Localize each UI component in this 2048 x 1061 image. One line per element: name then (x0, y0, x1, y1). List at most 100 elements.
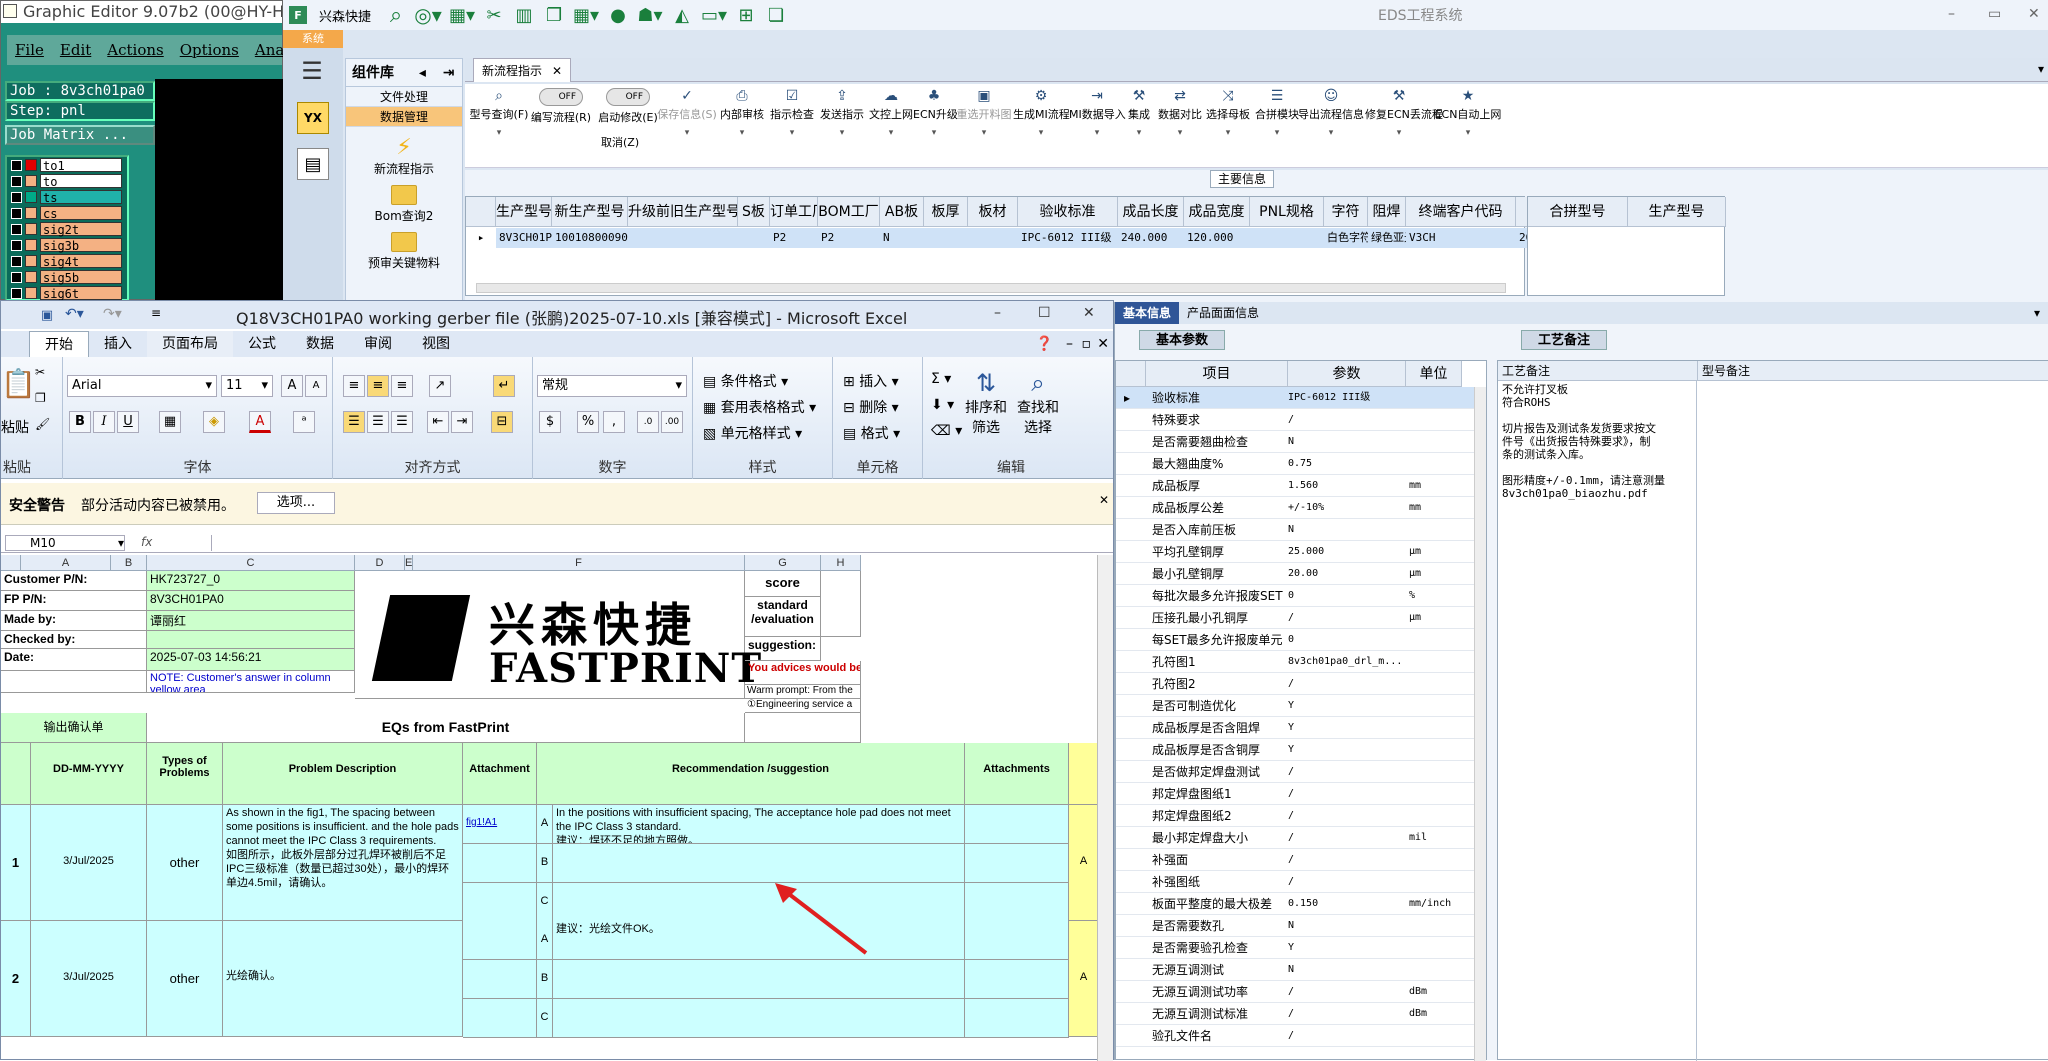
grid-cell[interactable] (968, 228, 1018, 248)
column-header[interactable]: F (413, 555, 745, 571)
font-size-select[interactable]: 11 ▾ (221, 375, 273, 397)
date-header[interactable]: DD-MM-YYYY (31, 743, 147, 805)
recommendation-cell[interactable]: 建议：光绘文件OK。 (553, 921, 965, 960)
recommendation-header[interactable]: Recommendation /suggestion (537, 743, 965, 805)
grid-cell[interactable]: P2 (818, 228, 880, 248)
panel-chevron-icon[interactable]: ▾ (2034, 306, 2040, 320)
format-painter-icon[interactable]: 🖌 (35, 417, 50, 431)
layer-row[interactable]: sig6t (7, 285, 127, 301)
attachment-cell[interactable] (463, 883, 537, 922)
toolbar-button[interactable]: ⌕ 型号查询(F) ▾ (469, 88, 529, 138)
grid-header[interactable]: PNL规格 (1250, 197, 1324, 227)
film-icon[interactable]: ▥ (511, 5, 537, 26)
param-value[interactable]: Y (1288, 717, 1400, 739)
clear-icon[interactable]: ⌫ ▾ (931, 423, 962, 439)
param-value[interactable]: N (1288, 519, 1400, 541)
column-header[interactable]: D (355, 555, 405, 571)
chevron-down-icon[interactable]: ▾ (817, 128, 867, 138)
indent-increase-icon[interactable]: ⇥ (451, 411, 473, 433)
fill-icon[interactable]: ⬇ ▾ (931, 397, 954, 413)
tab-basic-params[interactable]: 基本参数 (1139, 330, 1226, 350)
ribbon-restore-icon[interactable]: ▫ (1082, 336, 1092, 352)
cell-style-button[interactable]: ▧ 单元格样式 ▾ (703, 423, 802, 443)
grid-cell[interactable]: IPC-6012 III级 (1018, 228, 1118, 248)
grid-header[interactable]: 成品宽度 (1184, 197, 1250, 227)
chevron-down-icon[interactable]: ▾ (717, 128, 767, 138)
attachments-cell[interactable] (965, 960, 1069, 999)
eqs-title[interactable]: EQs from FastPrint (147, 713, 745, 743)
column-header[interactable]: H (821, 555, 861, 571)
type-header[interactable]: Types of Problems (147, 743, 223, 805)
recommendation-cell[interactable] (553, 999, 965, 1038)
export-icon[interactable]: ⇥ (443, 65, 455, 81)
copy-icon[interactable]: ❐ (35, 391, 46, 405)
layer-row[interactable]: sig5b (7, 269, 127, 285)
params-header[interactable]: 单位 (1406, 361, 1462, 387)
warm-text[interactable]: Warm prompt: From the (745, 685, 861, 699)
table-format-button[interactable]: ▦ 套用表格格式 ▾ (703, 397, 816, 417)
name-box[interactable]: M10 ▾ (5, 535, 125, 551)
grid-cell[interactable] (628, 228, 738, 248)
save-icon[interactable]: ▣ (39, 307, 55, 323)
chevron-down-icon[interactable]: ▾ (1433, 128, 1503, 138)
italic-icon[interactable]: I (93, 411, 115, 433)
layer-checkbox[interactable] (11, 175, 22, 187)
paste-label[interactable]: 粘贴 (1, 417, 29, 437)
layer-row[interactable]: sig3b (7, 237, 127, 253)
param-value[interactable]: 8v3ch01pa0_drl_m... (1288, 651, 1400, 673)
toolbar-button[interactable]: OFF 启动修改(E) (597, 88, 659, 125)
fx-icon[interactable]: fx (141, 535, 152, 549)
tab-page-layout[interactable]: 页面布局 (147, 331, 233, 357)
orientation-icon[interactable]: ↗ (429, 375, 451, 397)
description-cell[interactable]: As shown in the fig1, The spacing betwee… (223, 805, 463, 921)
grid-header[interactable]: 字符 (1324, 197, 1368, 227)
menu-options[interactable]: Options (180, 41, 239, 59)
tab-view[interactable]: 视图 (407, 331, 465, 357)
chevron-down-icon[interactable]: ▾ (1203, 128, 1253, 138)
param-row[interactable]: 成品板厚是否含阻焊 Y (1116, 717, 1476, 739)
toolbar-button[interactable]: OFF 编写流程(R) (529, 88, 593, 125)
header-value[interactable]: HK723727_0 (147, 571, 355, 591)
search-icon[interactable]: ⌕ (383, 3, 409, 28)
header-label[interactable]: Made by: (1, 611, 147, 631)
toolbar-button[interactable]: ▣ 重选开料图 ▾ (955, 88, 1013, 138)
user-group-icon[interactable]: ☗▾ (635, 5, 665, 26)
chevron-down-icon[interactable]: ▾ (913, 128, 955, 138)
calendar-icon[interactable]: ▤ (297, 148, 329, 180)
align-middle-icon[interactable]: ≡ (367, 375, 389, 397)
param-row[interactable]: 是否做邦定焊盘测试 / (1116, 761, 1476, 783)
grid-header[interactable]: 生产型号 (496, 197, 552, 227)
row-selector-icon[interactable]: ▸ (466, 228, 496, 248)
param-value[interactable]: / (1288, 871, 1400, 893)
currency-icon[interactable]: $ (539, 411, 561, 433)
recommendation-cell[interactable] (553, 883, 965, 922)
attachments-cell[interactable] (965, 844, 1069, 883)
tab-data[interactable]: 数据 (291, 331, 349, 357)
param-value[interactable]: +/-10% (1288, 497, 1400, 519)
notes-grid[interactable]: 工艺备注 型号备注 不允许打叉板 符合ROHS 切片报告及测试条发货要求按文 件号《出… (1497, 360, 2048, 1061)
cancel-label[interactable]: 取消(Z) (601, 134, 639, 150)
chevron-down-icon[interactable]: ▾ (655, 128, 719, 138)
param-value[interactable]: 0 (1288, 629, 1400, 651)
params-header[interactable]: 参数 (1288, 361, 1406, 387)
advice-text[interactable]: You advices would be th (745, 661, 861, 685)
option-letter[interactable]: B (537, 960, 553, 999)
toolbar-button[interactable]: ⇥ MI数据导入 ▾ (1069, 88, 1126, 138)
params-scrollbar[interactable] (1474, 387, 1486, 1061)
layer-row[interactable]: to1 (7, 157, 127, 173)
chevron-down-icon[interactable]: ▾ (767, 128, 817, 138)
header-value[interactable]: 谭丽红 (147, 611, 355, 631)
params-grid[interactable]: 项目 参数 单位 ▸ 验收标准 IPC-6012 III级 特殊要求 / 是否需要翘曲检查 N 最大… (1115, 360, 1487, 1061)
spreadsheet[interactable]: A B C D E F G H Customer P/N: HK723727_0 FP P/N: 8V… (1, 555, 1099, 1061)
lifebuoy-icon[interactable]: ◎▾ (413, 3, 443, 27)
description-cell[interactable]: 光绘确认。 (223, 921, 463, 1037)
layer-checkbox[interactable] (11, 287, 22, 299)
chevron-down-icon[interactable]: ▾ (867, 128, 915, 138)
align-right-icon[interactable]: ☰ (391, 411, 413, 433)
layer-checkbox[interactable] (11, 271, 22, 283)
toolbar-button[interactable]: ☺ 导出流程信息 ▾ (1297, 88, 1365, 138)
help-icon[interactable]: ❓ (1036, 336, 1053, 352)
comp-key-material[interactable]: 预审关键物料 (346, 232, 462, 271)
comp-bom-query[interactable]: Bom查询2 (346, 185, 462, 224)
param-row[interactable]: 邦定焊盘图纸1 / (1116, 783, 1476, 805)
